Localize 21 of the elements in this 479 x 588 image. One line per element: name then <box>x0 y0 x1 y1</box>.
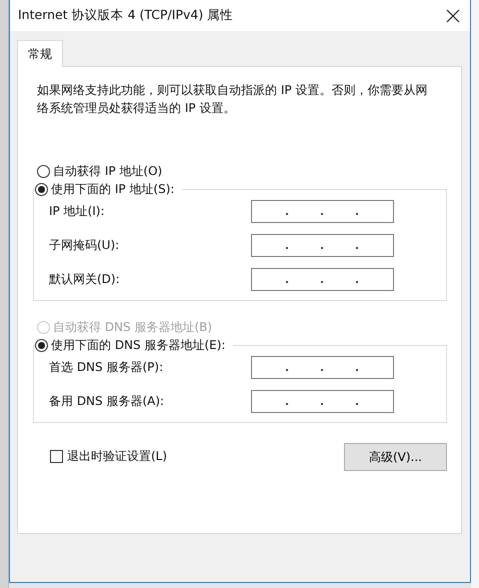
ip-address-field[interactable] <box>251 390 394 413</box>
checkbox-option[interactable]: 退出时验证设置(L) <box>50 448 168 465</box>
tab[interactable]: 常规 <box>17 40 63 67</box>
ip-address-field[interactable] <box>251 268 394 291</box>
advanced-button[interactable]: 高级(V)... <box>344 443 447 471</box>
description-text: 如果网络支持此功能，则可以获取自动指派的 IP 设置。否则，你需要从网络系统管理员处获得适当的 IP 设置。 <box>37 82 428 117</box>
checkbox[interactable] <box>50 450 63 463</box>
close-icon[interactable] <box>446 8 460 22</box>
field-label: 首选 DNS 服务器(P): <box>49 359 164 376</box>
ip-address-field[interactable] <box>251 200 394 223</box>
radio-button[interactable] <box>37 164 50 178</box>
field-label: 备用 DNS 服务器(A): <box>49 393 164 410</box>
radio-option[interactable]: 自动获得 IP 地址(O) <box>37 161 447 181</box>
radio-button[interactable] <box>35 338 48 352</box>
field-label: 子网掩码(U): <box>49 237 120 254</box>
radio-button[interactable] <box>35 182 48 196</box>
field-label: IP 地址(I): <box>49 203 105 220</box>
ip-address-field[interactable] <box>251 234 394 257</box>
ip-address-field[interactable] <box>251 356 394 379</box>
field-label: 默认网关(D): <box>49 271 120 288</box>
window-title: Internet 协议版本 4 (TCP/IPv4) 属性 <box>18 7 234 24</box>
